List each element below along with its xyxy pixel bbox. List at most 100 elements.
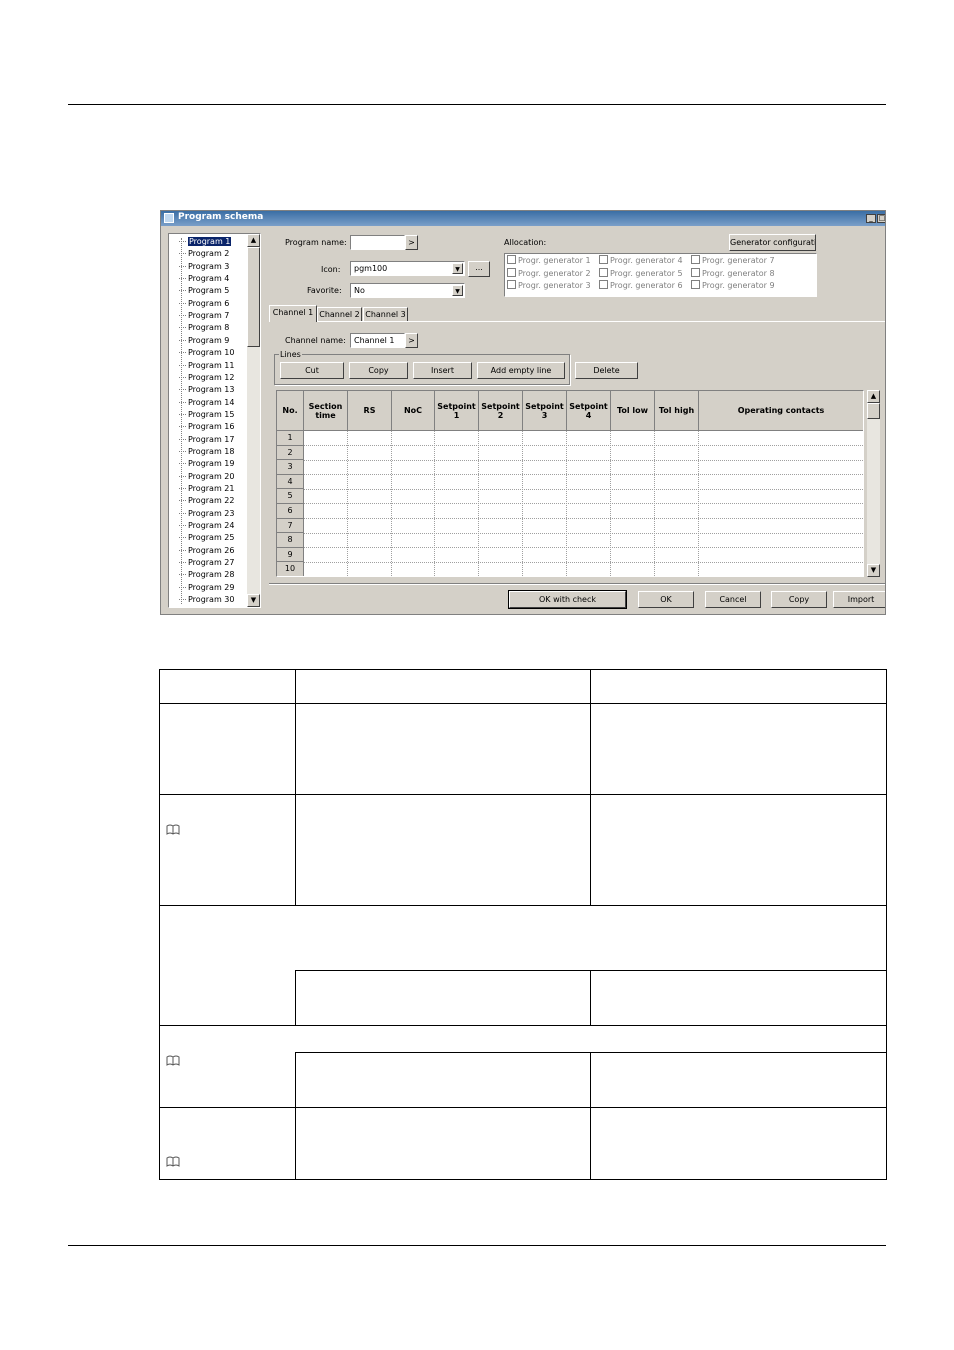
grid-row-number[interactable]: 9	[277, 547, 304, 563]
icon-select[interactable]: pgm100 ▼	[350, 261, 465, 276]
ok-button[interactable]: OK	[638, 591, 694, 608]
tree-item-program-13[interactable]: Program 13	[179, 384, 234, 396]
tree-item-program-14[interactable]: Program 14	[179, 397, 234, 409]
tree-item-program-12[interactable]: Program 12	[179, 372, 234, 384]
grid-scrollbar[interactable]: ▲ ▼	[867, 390, 880, 577]
maximize-button[interactable]: □	[877, 214, 885, 223]
scroll-thumb[interactable]	[867, 403, 880, 419]
generator-checkbox-8[interactable]: Progr. generator 8	[691, 267, 775, 279]
grid-header-9[interactable]: Tol high	[655, 391, 699, 431]
tree-item-program-21[interactable]: Program 21	[179, 483, 234, 495]
tree-item-program-27[interactable]: Program 27	[179, 557, 234, 569]
table-row[interactable]	[304, 576, 864, 577]
scroll-up-button[interactable]: ▲	[247, 234, 260, 247]
minimize-button[interactable]: _	[866, 214, 876, 223]
tree-item-program-19[interactable]: Program 19	[179, 458, 234, 470]
tree-item-program-5[interactable]: Program 5	[179, 285, 229, 297]
cancel-button[interactable]: Cancel	[705, 591, 761, 608]
grid-header-4[interactable]: Setpoint 1	[435, 391, 479, 431]
tree-item-program-25[interactable]: Program 25	[179, 532, 234, 544]
grid-row-number[interactable]: 2	[277, 445, 304, 461]
grid-header-0[interactable]: No.	[277, 391, 304, 431]
program-tree[interactable]: Program 1 Program 2 Program 3 Program 4 Prog…	[168, 233, 261, 608]
checkbox-box[interactable]	[507, 280, 516, 289]
tree-item-program-17[interactable]: Program 17	[179, 434, 234, 446]
grid-header-10[interactable]: Operating contacts	[699, 391, 863, 431]
grid-row-number[interactable]: 3	[277, 460, 304, 475]
program-name-browse-button[interactable]: >	[405, 235, 418, 250]
generator-checkbox-9[interactable]: Progr. generator 9	[691, 280, 775, 291]
grid-header-6[interactable]: Setpoint 3	[523, 391, 567, 431]
ok-with-check-button[interactable]: OK with check	[508, 590, 627, 609]
grid-row-number[interactable]: 4	[277, 474, 304, 490]
program-grid[interactable]: No. Section time RS NoC Setpoint 1 Setpoint 2…	[276, 390, 864, 577]
checkbox-box[interactable]	[507, 255, 516, 264]
generator-checkbox-5[interactable]: Progr. generator 5	[599, 267, 683, 279]
program-name-input[interactable]	[350, 235, 405, 250]
channel-name-input[interactable]: Channel 1	[350, 333, 405, 348]
grid-row-number[interactable]: 8	[277, 533, 304, 548]
grid-header-7[interactable]: Setpoint 4	[567, 391, 611, 431]
generator-checkbox-4[interactable]: Progr. generator 4	[599, 255, 683, 266]
copy-program-button[interactable]: Copy	[771, 591, 827, 608]
grid-header-1[interactable]: Section time	[304, 391, 348, 431]
icon-more-button[interactable]: ...	[468, 261, 490, 277]
generator-configuration-button[interactable]: Generator configuration	[729, 234, 816, 251]
table-row[interactable]	[304, 474, 863, 476]
table-row[interactable]	[304, 503, 863, 505]
grid-header-5[interactable]: Setpoint 2	[479, 391, 523, 431]
checkbox-box[interactable]	[599, 280, 608, 289]
grid-row-number[interactable]: 6	[277, 504, 304, 519]
tree-item-program-4[interactable]: Program 4	[179, 273, 229, 285]
scroll-thumb[interactable]	[247, 247, 260, 347]
tree-item-program-18[interactable]: Program 18	[179, 446, 234, 458]
grid-row-number[interactable]: 5	[277, 489, 304, 504]
grid-row-number[interactable]: 10	[277, 562, 304, 576]
tree-item-program-20[interactable]: Program 20	[179, 471, 234, 483]
table-row[interactable]	[304, 488, 863, 490]
tab-channel-1[interactable]: Channel 1	[269, 305, 317, 322]
scroll-up-button[interactable]: ▲	[867, 390, 880, 403]
insert-button[interactable]: Insert	[413, 362, 472, 379]
checkbox-box[interactable]	[691, 267, 700, 277]
tree-item-program-3[interactable]: Program 3	[179, 261, 229, 273]
checkbox-box[interactable]	[599, 255, 608, 264]
scroll-down-button[interactable]: ▼	[867, 564, 880, 577]
tree-item-program-9[interactable]: Program 9	[179, 335, 229, 347]
favorite-select[interactable]: No ▼	[350, 283, 465, 298]
tree-item-program-22[interactable]: Program 22	[179, 495, 234, 507]
grid-header-3[interactable]: NoC	[392, 391, 435, 431]
generator-checkbox-3[interactable]: Progr. generator 3	[507, 280, 591, 291]
generator-checkbox-2[interactable]: Progr. generator 2	[507, 267, 591, 279]
tree-item-program-23[interactable]: Program 23	[179, 508, 234, 520]
checkbox-box[interactable]	[599, 267, 608, 277]
delete-button[interactable]: Delete	[575, 362, 638, 379]
tab-channel-3[interactable]: Channel 3	[363, 307, 408, 321]
table-row[interactable]	[304, 445, 863, 446]
tree-item-program-10[interactable]: Program 10	[179, 347, 234, 359]
table-row[interactable]	[304, 459, 863, 461]
tree-item-program-1[interactable]: Program 1	[179, 236, 232, 248]
chevron-down-icon[interactable]: ▼	[452, 263, 463, 274]
tree-item-program-24[interactable]: Program 24	[179, 520, 234, 532]
channel-name-browse-button[interactable]: >	[405, 333, 418, 348]
tree-scrollbar[interactable]: ▲ ▼	[247, 234, 260, 607]
tree-item-program-11[interactable]: Program 11	[179, 360, 234, 372]
tree-item-program-28[interactable]: Program 28	[179, 569, 234, 581]
grid-header-8[interactable]: Tol low	[611, 391, 655, 431]
tree-item-program-16[interactable]: Program 16	[179, 421, 234, 433]
table-row[interactable]	[304, 518, 863, 519]
cut-button[interactable]: Cut	[280, 362, 344, 379]
checkbox-box[interactable]	[691, 280, 700, 289]
copy-lines-button[interactable]: Copy	[349, 362, 408, 379]
table-row[interactable]	[304, 547, 863, 549]
tree-item-program-29[interactable]: Program 29	[179, 582, 234, 594]
checkbox-box[interactable]	[507, 267, 516, 277]
grid-row-number[interactable]: 7	[277, 518, 304, 534]
tree-item-program-30[interactable]: Program 30	[179, 594, 234, 606]
tree-item-program-26[interactable]: Program 26	[179, 545, 234, 557]
import-button[interactable]: Import	[833, 591, 885, 608]
tree-item-program-15[interactable]: Program 15	[179, 409, 234, 421]
tree-item-program-8[interactable]: Program 8	[179, 322, 229, 334]
tree-item-program-7[interactable]: Program 7	[179, 310, 229, 322]
